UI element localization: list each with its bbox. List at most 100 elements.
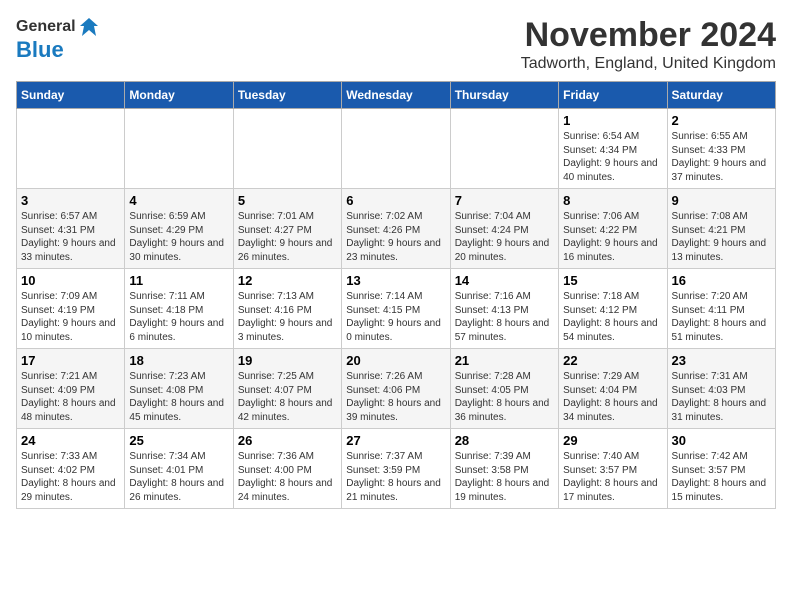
weekday-header-wednesday: Wednesday <box>342 82 450 109</box>
day-number: 11 <box>129 273 228 288</box>
day-info: Sunrise: 7:14 AM Sunset: 4:15 PM Dayligh… <box>346 290 445 344</box>
day-number: 18 <box>129 353 228 368</box>
day-number: 12 <box>238 273 337 288</box>
day-info: Sunrise: 7:18 AM Sunset: 4:12 PM Dayligh… <box>563 290 662 344</box>
day-number: 21 <box>455 353 554 368</box>
day-number: 26 <box>238 433 337 448</box>
day-number: 5 <box>238 193 337 208</box>
calendar-cell-w4d3: 27 Sunrise: 7:37 AM Sunset: 3:59 PM Dayli… <box>342 429 450 509</box>
title-area: November 2024 Tadworth, England, United … <box>521 16 776 73</box>
day-number: 8 <box>563 193 662 208</box>
day-number: 2 <box>672 113 771 128</box>
day-info: Sunrise: 6:57 AM Sunset: 4:31 PM Dayligh… <box>21 210 120 264</box>
calendar-cell-w2d2: 12 Sunrise: 7:13 AM Sunset: 4:16 PM Dayli… <box>233 269 341 349</box>
day-number: 13 <box>346 273 445 288</box>
day-info: Sunrise: 6:59 AM Sunset: 4:29 PM Dayligh… <box>129 210 228 264</box>
location-title: Tadworth, England, United Kingdom <box>521 55 776 73</box>
calendar-header: SundayMondayTuesdayWednesdayThursdayFrid… <box>17 82 776 109</box>
calendar-cell-w4d1: 25Sunrise: 7:34 AM Sunset: 4:01 PM Dayli… <box>125 429 233 509</box>
day-info: Sunrise: 7:13 AM Sunset: 4:16 PM Dayligh… <box>238 290 337 344</box>
day-number: 9 <box>672 193 771 208</box>
weekday-header-tuesday: Tuesday <box>233 82 341 109</box>
calendar-cell-w0d5: 1 Sunrise: 6:54 AM Sunset: 4:34 PM Daylig… <box>559 109 667 189</box>
day-info: Sunrise: 7:20 AM Sunset: 4:11 PM Dayligh… <box>672 290 771 344</box>
calendar-cell-w1d3: 6 Sunrise: 7:02 AM Sunset: 4:26 PM Daylig… <box>342 189 450 269</box>
day-info: Sunrise: 7:08 AM Sunset: 4:21 PM Dayligh… <box>672 210 771 264</box>
logo-blue: Blue <box>16 38 64 62</box>
weekday-header-friday: Friday <box>559 82 667 109</box>
calendar-cell-w2d6: 16 Sunrise: 7:20 AM Sunset: 4:11 PM Dayli… <box>667 269 775 349</box>
day-number: 22 <box>563 353 662 368</box>
calendar-cell-w4d6: 30 Sunrise: 7:42 AM Sunset: 3:57 PM Dayli… <box>667 429 775 509</box>
day-info: Sunrise: 7:26 AM Sunset: 4:06 PM Dayligh… <box>346 370 445 424</box>
calendar-cell-w3d5: 22 Sunrise: 7:29 AM Sunset: 4:04 PM Dayli… <box>559 349 667 429</box>
logo-general: General <box>16 18 76 36</box>
day-number: 30 <box>672 433 771 448</box>
weekday-header-sunday: Sunday <box>17 82 125 109</box>
calendar-cell-w4d4: 28 Sunrise: 7:39 AM Sunset: 3:58 PM Dayli… <box>450 429 558 509</box>
calendar-cell-w1d6: 9 Sunrise: 7:08 AM Sunset: 4:21 PM Daylig… <box>667 189 775 269</box>
calendar-cell-w2d4: 14 Sunrise: 7:16 AM Sunset: 4:13 PM Dayli… <box>450 269 558 349</box>
calendar-cell-w1d2: 5 Sunrise: 7:01 AM Sunset: 4:27 PM Daylig… <box>233 189 341 269</box>
day-number: 6 <box>346 193 445 208</box>
calendar-cell-w4d2: 26 Sunrise: 7:36 AM Sunset: 4:00 PM Dayli… <box>233 429 341 509</box>
day-info: Sunrise: 7:29 AM Sunset: 4:04 PM Dayligh… <box>563 370 662 424</box>
calendar-cell-w0d0 <box>17 109 125 189</box>
day-number: 17 <box>21 353 120 368</box>
calendar-table: SundayMondayTuesdayWednesdayThursdayFrid… <box>16 81 776 509</box>
day-number: 29 <box>563 433 662 448</box>
calendar-cell-w2d0: 10 Sunrise: 7:09 AM Sunset: 4:19 PM Dayli… <box>17 269 125 349</box>
day-info: Sunrise: 6:54 AM Sunset: 4:34 PM Dayligh… <box>563 130 662 184</box>
calendar-cell-w2d3: 13 Sunrise: 7:14 AM Sunset: 4:15 PM Dayli… <box>342 269 450 349</box>
day-number: 14 <box>455 273 554 288</box>
day-number: 15 <box>563 273 662 288</box>
calendar-cell-w0d2 <box>233 109 341 189</box>
header: General Blue November 2024 Tadworth, Eng… <box>16 16 776 73</box>
day-number: 4 <box>129 193 228 208</box>
calendar-cell-w1d0: 3 Sunrise: 6:57 AM Sunset: 4:31 PM Daylig… <box>17 189 125 269</box>
day-number: 3 <box>21 193 120 208</box>
day-info: Sunrise: 7:33 AM Sunset: 4:02 PM Dayligh… <box>21 450 120 504</box>
calendar-cell-w3d6: 23 Sunrise: 7:31 AM Sunset: 4:03 PM Dayli… <box>667 349 775 429</box>
month-title: November 2024 <box>521 16 776 55</box>
day-number: 20 <box>346 353 445 368</box>
day-number: 10 <box>21 273 120 288</box>
logo-bird-icon <box>78 16 100 38</box>
day-info: Sunrise: 7:37 AM Sunset: 3:59 PM Dayligh… <box>346 450 445 504</box>
day-info: Sunrise: 7:25 AM Sunset: 4:07 PM Dayligh… <box>238 370 337 424</box>
day-number: 27 <box>346 433 445 448</box>
calendar-cell-w0d1 <box>125 109 233 189</box>
calendar-cell-w3d2: 19Sunrise: 7:25 AM Sunset: 4:07 PM Dayli… <box>233 349 341 429</box>
day-info: Sunrise: 7:42 AM Sunset: 3:57 PM Dayligh… <box>672 450 771 504</box>
day-info: Sunrise: 7:36 AM Sunset: 4:00 PM Dayligh… <box>238 450 337 504</box>
logo: General Blue <box>16 16 100 62</box>
calendar-cell-w3d1: 18 Sunrise: 7:23 AM Sunset: 4:08 PM Dayli… <box>125 349 233 429</box>
day-number: 16 <box>672 273 771 288</box>
day-info: Sunrise: 7:01 AM Sunset: 4:27 PM Dayligh… <box>238 210 337 264</box>
day-info: Sunrise: 7:23 AM Sunset: 4:08 PM Dayligh… <box>129 370 228 424</box>
day-info: Sunrise: 7:39 AM Sunset: 3:58 PM Dayligh… <box>455 450 554 504</box>
day-number: 24 <box>21 433 120 448</box>
weekday-header-monday: Monday <box>125 82 233 109</box>
weekday-header-saturday: Saturday <box>667 82 775 109</box>
weekday-header-thursday: Thursday <box>450 82 558 109</box>
calendar-cell-w3d0: 17 Sunrise: 7:21 AM Sunset: 4:09 PM Dayli… <box>17 349 125 429</box>
day-number: 23 <box>672 353 771 368</box>
calendar-cell-w3d4: 21Sunrise: 7:28 AM Sunset: 4:05 PM Dayli… <box>450 349 558 429</box>
day-number: 7 <box>455 193 554 208</box>
calendar-cell-w0d4 <box>450 109 558 189</box>
day-number: 1 <box>563 113 662 128</box>
day-info: Sunrise: 7:21 AM Sunset: 4:09 PM Dayligh… <box>21 370 120 424</box>
calendar-cell-w2d5: 15 Sunrise: 7:18 AM Sunset: 4:12 PM Dayli… <box>559 269 667 349</box>
day-info: Sunrise: 7:40 AM Sunset: 3:57 PM Dayligh… <box>563 450 662 504</box>
day-info: Sunrise: 7:02 AM Sunset: 4:26 PM Dayligh… <box>346 210 445 264</box>
day-info: Sunrise: 7:09 AM Sunset: 4:19 PM Dayligh… <box>21 290 120 344</box>
calendar-cell-w3d3: 20 Sunrise: 7:26 AM Sunset: 4:06 PM Dayli… <box>342 349 450 429</box>
day-info: Sunrise: 7:04 AM Sunset: 4:24 PM Dayligh… <box>455 210 554 264</box>
calendar-cell-w4d0: 24 Sunrise: 7:33 AM Sunset: 4:02 PM Dayli… <box>17 429 125 509</box>
day-info: Sunrise: 7:16 AM Sunset: 4:13 PM Dayligh… <box>455 290 554 344</box>
day-number: 28 <box>455 433 554 448</box>
day-info: Sunrise: 7:31 AM Sunset: 4:03 PM Dayligh… <box>672 370 771 424</box>
day-info: Sunrise: 7:34 AM Sunset: 4:01 PM Dayligh… <box>129 450 228 504</box>
calendar-cell-w0d3 <box>342 109 450 189</box>
